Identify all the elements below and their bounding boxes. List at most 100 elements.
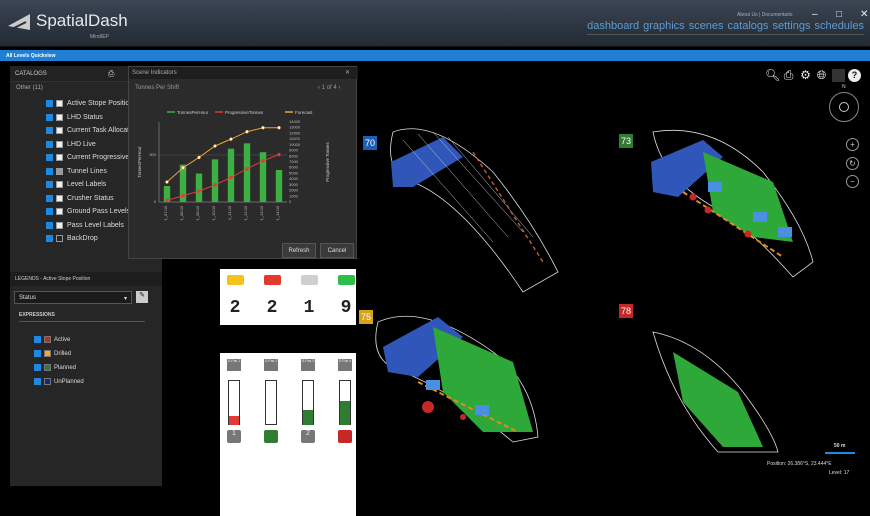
legend-unplanned[interactable]: UnPlanned <box>34 378 84 385</box>
crusher-toggle-3[interactable] <box>338 430 352 443</box>
x-tick-4: 1_11.03 <box>227 205 232 220</box>
top-bar: SpatialDash MindIEP About Us | Documenta… <box>0 0 870 47</box>
y2-tick-0: 14000 <box>289 119 301 124</box>
layers-icon[interactable] <box>832 69 845 82</box>
crusher-label-0: S-Pas 1 <box>227 359 241 371</box>
maximize-button[interactable]: □ <box>836 9 842 20</box>
bar-4 <box>227 148 235 202</box>
compass[interactable]: N <box>829 84 859 122</box>
nav-catalogs[interactable]: catalogs <box>728 20 769 32</box>
compass-north: N <box>842 84 846 90</box>
crusher-toggle-1[interactable] <box>264 430 278 443</box>
crusher-count-0: 1 <box>227 430 241 443</box>
globe-icon[interactable]: 🌐︎ <box>815 69 828 82</box>
legend-label-active: Active <box>54 336 71 343</box>
bar-7 <box>275 170 283 202</box>
nav-settings[interactable]: settings <box>773 20 811 32</box>
catalog-item-2[interactable]: Current Task Allocation <box>46 125 138 135</box>
close-button[interactable]: ✕ <box>860 9 868 20</box>
x-tick-5: 1_12.03 <box>243 205 248 220</box>
nav-scenes[interactable]: scenes <box>689 20 724 32</box>
nav-schedules[interactable]: schedules <box>814 20 864 32</box>
legend-active[interactable]: Active <box>34 336 70 343</box>
point-1-5 <box>245 167 249 171</box>
help-icon[interactable]: ? <box>848 69 861 82</box>
catalog-group[interactable]: Other (11) <box>16 85 43 91</box>
y2-tick-4: 10000 <box>289 142 301 147</box>
pager[interactable]: ‹ 1 of 4 › <box>318 85 340 91</box>
chart-title: Tonnes Per Shift <box>135 85 180 91</box>
scene-indicators-dialog: Scene Indicators ✕ Tonnes Per Shift ‹ 1 … <box>128 66 358 259</box>
level-badge-75[interactable]: 75 <box>359 310 373 324</box>
crusher-count-2: 2 <box>301 430 315 443</box>
catalog-item-3[interactable]: LHD Live <box>46 139 96 149</box>
point-1-3 <box>213 183 217 187</box>
catalog-item-7[interactable]: Crusher Status <box>46 193 114 203</box>
refresh-button[interactable]: Refresh <box>282 243 316 258</box>
dialog-close-button[interactable]: ✕ <box>345 69 350 76</box>
print-icon[interactable]: ⎙ <box>782 69 795 82</box>
x-tick-7: 1_14.03 <box>275 205 280 220</box>
bar-3 <box>211 159 219 202</box>
y-tick-zero: 0 <box>154 199 157 204</box>
lhd-indicator-2[interactable] <box>301 275 318 285</box>
catalog-label-6: Level Labels <box>67 180 107 188</box>
point-1-0 <box>165 198 169 203</box>
catalog-label-9: Pass Level Labels <box>67 221 124 229</box>
point-2-7 <box>277 125 281 130</box>
point-1-2 <box>197 189 201 193</box>
legend-label-drilled: Drilled <box>54 350 72 357</box>
catalog-item-9[interactable]: Pass Level Labels <box>46 220 124 230</box>
y2-tick-10: 4000 <box>289 176 299 181</box>
y-tick-top: 900 <box>149 152 156 157</box>
x-tick-6: 1_13.03 <box>259 205 264 220</box>
catalog-item-5[interactable]: Tunnel Lines <box>46 166 107 176</box>
search-icon[interactable]: 🔍︎ <box>765 69 780 82</box>
zoom-in-button[interactable]: + <box>846 138 859 151</box>
legend-drilled[interactable]: Drilled <box>34 350 71 357</box>
minimize-button[interactable]: – <box>812 9 818 20</box>
gear-icon[interactable]: ⚙ <box>799 69 812 82</box>
point-2-0 <box>165 180 169 184</box>
legend-label-planned: Planned <box>54 364 77 371</box>
y2-axis-label: Progressive Tonnes <box>325 142 330 182</box>
top-links[interactable]: About Us | Documentatio <box>737 12 793 18</box>
catalog-item-0[interactable]: Active Stope Position <box>46 98 133 108</box>
catalog-item-8[interactable]: Ground Pass Levels <box>46 206 130 216</box>
stope-75 <box>375 315 539 443</box>
crusher-level-2 <box>303 410 313 425</box>
nav-dashboard[interactable]: dashboard <box>587 20 639 32</box>
level-badge-78[interactable]: 78 <box>619 304 633 318</box>
lhd-indicator-0[interactable] <box>227 275 244 285</box>
point-2-1 <box>181 165 185 170</box>
breadcrumb: All Levels Quickview <box>0 50 870 61</box>
catalog-item-10[interactable]: BackDrop <box>46 233 98 243</box>
lhd-count-2: 1 <box>303 298 315 318</box>
crusher-tank-1 <box>265 380 277 425</box>
edit-legend-icon[interactable]: ✎ <box>136 291 148 303</box>
level-badge-73[interactable]: 73 <box>619 134 633 148</box>
zoom-out-button[interactable]: − <box>846 175 859 188</box>
nav-graphics[interactable]: graphics <box>643 20 685 32</box>
bar-5 <box>243 143 251 202</box>
status-select[interactable]: Status ▾ <box>14 291 132 304</box>
lhd-count-1: 2 <box>266 298 278 318</box>
app-logo: SpatialDash <box>6 10 128 32</box>
point-2-2 <box>197 155 201 160</box>
legend-planned[interactable]: Planned <box>34 364 76 371</box>
x-tick-1: 1_08.03 <box>179 205 184 220</box>
lhd-indicator-3[interactable] <box>338 275 355 285</box>
catalog-item-6[interactable]: Level Labels <box>46 179 106 189</box>
cancel-button[interactable]: Cancel <box>320 243 354 258</box>
catalog-label-0: Active Stope Position <box>67 99 134 107</box>
position-readout: Position: 26.386°S, 23.444°E <box>767 461 832 467</box>
bar-2 <box>195 173 203 202</box>
catalog-item-1[interactable]: LHD Status <box>46 112 103 122</box>
y2-tick-14: 0 <box>289 199 292 204</box>
add-catalog-icon[interactable]: ⎙ <box>108 69 114 79</box>
level-badge-70[interactable]: 70 <box>363 136 377 150</box>
rotate-button[interactable]: ↻ <box>846 157 859 170</box>
x-tick-2: 1_09.03 <box>195 205 200 220</box>
legends-header: LEGENDS - Active Stope Position <box>10 272 162 286</box>
lhd-indicator-1[interactable] <box>264 275 281 285</box>
